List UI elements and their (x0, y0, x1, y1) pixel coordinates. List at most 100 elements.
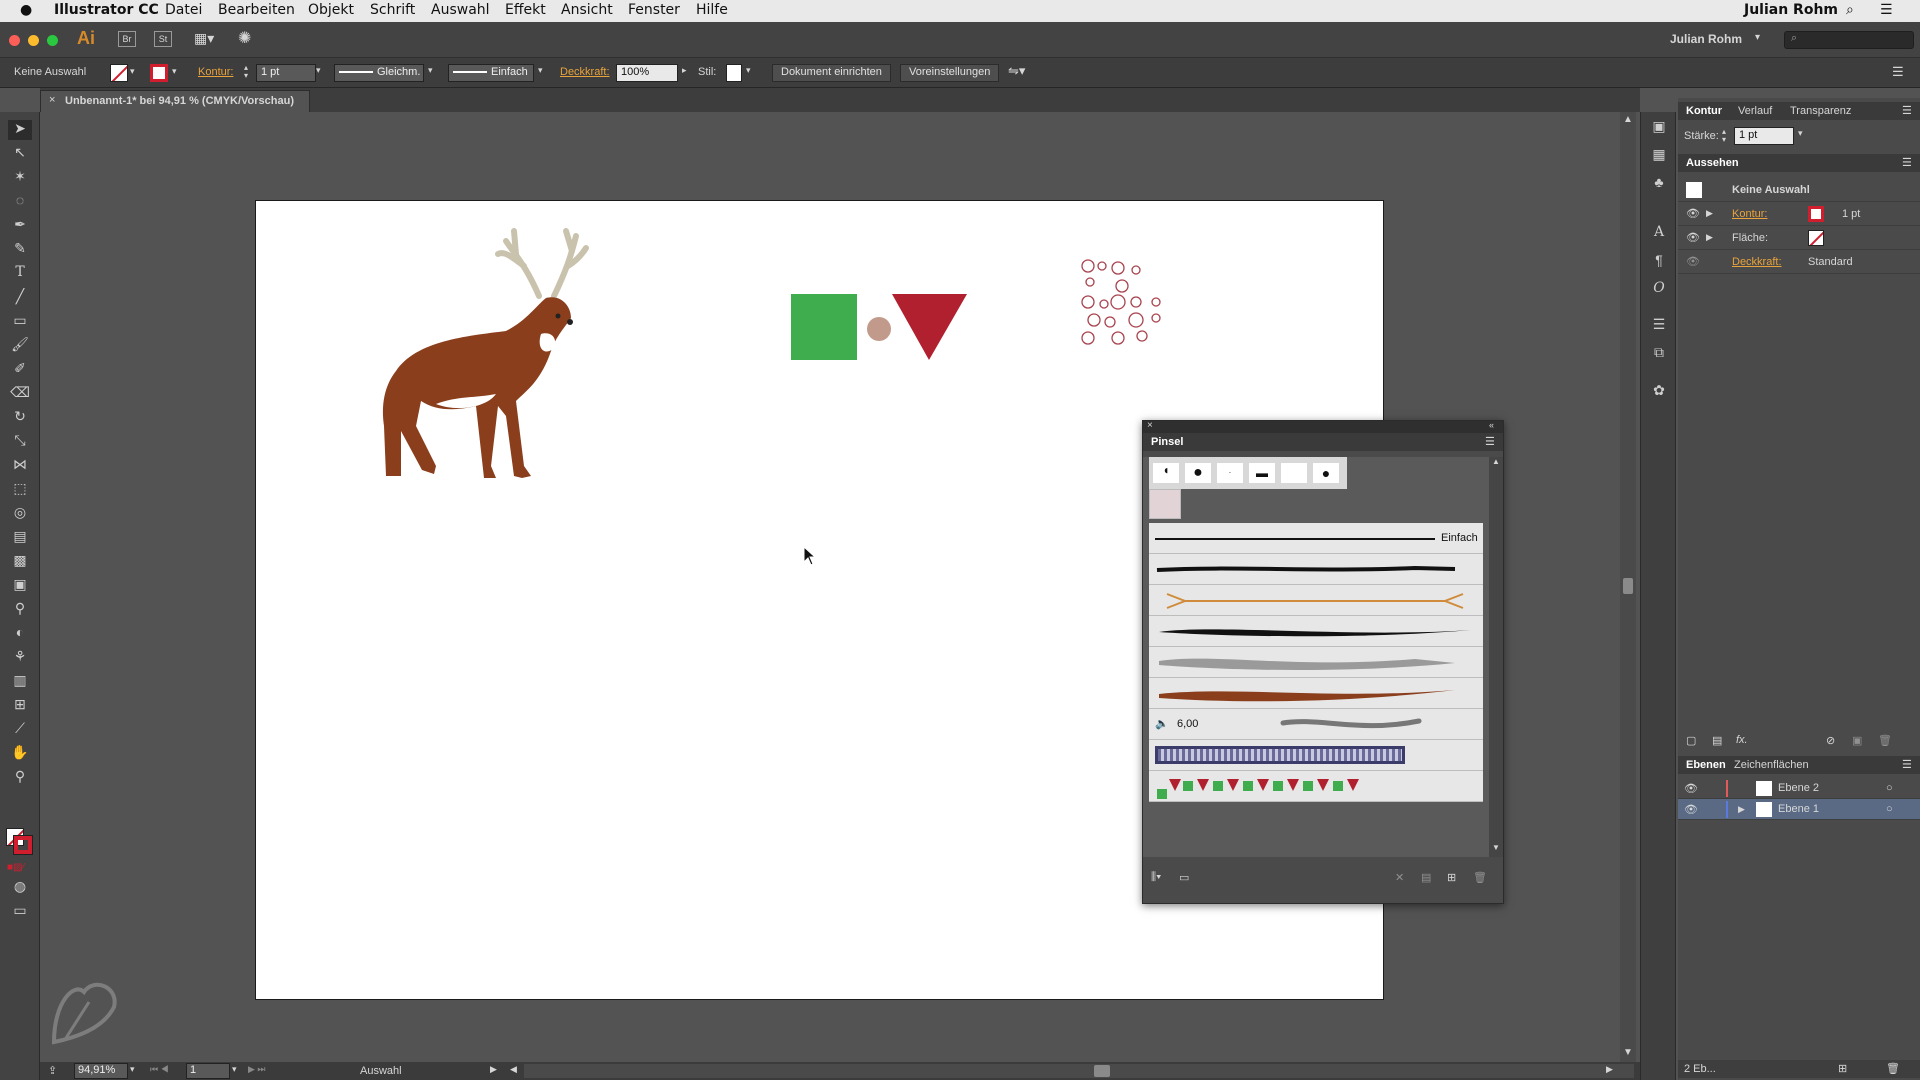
tab-ebenen[interactable]: Ebenen (1686, 759, 1726, 771)
width-tool-icon[interactable]: ⋈ (8, 456, 32, 476)
paintbrush-tool-icon[interactable]: 🖌 (8, 336, 32, 356)
opentype-icon[interactable]: O (1649, 280, 1669, 300)
library-panel-icon[interactable]: ▭ (1179, 871, 1189, 884)
menu-schrift[interactable]: Schrift (370, 2, 415, 18)
fill-dropdown-icon[interactable]: ▾ (130, 66, 135, 77)
drawing-mode-icon[interactable]: ◍ (8, 878, 32, 898)
zoom-field[interactable]: 94,91% (74, 1063, 128, 1079)
first-artboard-icon[interactable]: ⏮ ◀ (150, 1064, 169, 1075)
eyedropper-tool-icon[interactable]: ⚲ (8, 600, 32, 620)
aussehen-flaeche-label[interactable]: Fläche: (1732, 232, 1768, 244)
brush-swatch-5[interactable] (1281, 463, 1307, 483)
menu-datei[interactable]: Datei (165, 2, 202, 18)
menu-auswahl[interactable]: Auswahl (431, 2, 490, 18)
hand-tool-icon[interactable]: ✋ (8, 744, 32, 764)
aussehen-title[interactable]: Aussehen (1686, 157, 1739, 169)
blend-tool-icon[interactable]: ◐ (8, 624, 32, 644)
aussehen-flaeche-swatch[interactable] (1808, 230, 1824, 246)
brush-definition[interactable]: Einfach (448, 64, 534, 82)
bridge-button[interactable]: Br (118, 31, 136, 47)
layer2-visibility-icon[interactable]: 👁 (1684, 782, 1698, 795)
scroll-up-icon[interactable]: ▲ (1623, 114, 1633, 125)
layer2-target-icon[interactable]: ○ (1886, 782, 1893, 794)
stock-button[interactable]: St (154, 31, 172, 47)
clear-appearance-icon[interactable]: ⊘ (1826, 734, 1835, 747)
menu-effekt[interactable]: Effekt (505, 2, 546, 18)
profile-dropdown-icon[interactable]: ▾ (428, 65, 433, 76)
pinsel-menu-icon[interactable]: ☰ (1485, 435, 1495, 448)
remove-brush-stroke-icon[interactable]: ✕ (1395, 871, 1404, 884)
symbols-icon[interactable]: ♣ (1649, 174, 1669, 194)
vertical-scrollbar[interactable]: ▲ ▼ (1620, 112, 1636, 1065)
eraser-tool-icon[interactable]: ⌫ (8, 384, 32, 404)
staerke-stepper[interactable]: ▴ ▾ (1722, 128, 1726, 144)
red-triangle[interactable] (892, 294, 967, 360)
close-tab-icon[interactable]: × (49, 94, 55, 106)
staerke-dropdown-icon[interactable]: ▾ (1798, 128, 1803, 139)
layer-row-ebene-2[interactable]: 👁 Ebene 2 ○ (1678, 778, 1920, 799)
character-icon[interactable]: A (1649, 224, 1669, 244)
deer-illustration[interactable] (376, 226, 636, 506)
kontur-label[interactable]: Kontur: (198, 66, 233, 78)
direct-selection-tool-icon[interactable]: ↖ (8, 144, 32, 164)
align-icon[interactable]: ☰ (1649, 316, 1669, 336)
hscroll-thumb[interactable] (1094, 1065, 1110, 1077)
tab-transparenz[interactable]: Transparenz (1790, 105, 1851, 117)
pinsel-close-icon[interactable]: × (1147, 420, 1153, 431)
menu-ansicht[interactable]: Ansicht (561, 2, 613, 18)
brush-libraries-icon[interactable]: ⫼▾ (1151, 871, 1161, 884)
delete-item-icon[interactable]: 🗑 (1878, 734, 1892, 747)
color-mode-icons[interactable]: ■▨⁄ (7, 862, 24, 873)
free-transform-tool-icon[interactable]: ⬚ (8, 480, 32, 500)
perspective-grid-tool-icon[interactable]: ▤ (8, 528, 32, 548)
brush-row-arrow[interactable] (1149, 585, 1483, 616)
kontur-expand-icon[interactable]: ▶ (1706, 208, 1713, 219)
pinsel-scroll-down-icon[interactable]: ▼ (1492, 843, 1500, 852)
share-icon[interactable]: ⇪ (48, 1064, 57, 1077)
brush-swatch-6[interactable]: ● (1313, 463, 1339, 483)
brush-swatch-2[interactable]: ● (1185, 463, 1211, 483)
minimize-window-button[interactable] (28, 35, 39, 46)
aussehen-kontur-row[interactable]: 👁 ▶ Kontur: 1 pt (1678, 202, 1920, 226)
deckkraft-label[interactable]: Deckkraft: (560, 66, 610, 78)
pinsel-titlebar[interactable]: × « (1143, 420, 1503, 433)
pinsel-title[interactable]: Pinsel (1151, 436, 1183, 448)
aussehen-deckkraft-label[interactable]: Deckkraft: (1732, 256, 1782, 268)
rectangle-tool-icon[interactable]: ▭ (8, 312, 32, 332)
scroll-thumb[interactable] (1623, 578, 1633, 594)
pinsel-collapse-icon[interactable]: « (1489, 420, 1494, 430)
swatches-icon[interactable]: ▦ (1649, 146, 1669, 166)
tab-zeichenflaechen[interactable]: Zeichenflächen (1734, 759, 1809, 771)
zoom-dropdown-icon[interactable]: ▾ (130, 1064, 135, 1075)
pinsel-scrollbar[interactable]: ▲ ▼ (1489, 457, 1503, 857)
menu-bearbeiten[interactable]: Bearbeiten (218, 2, 295, 18)
document-setup-button[interactable]: Dokument einrichten (772, 64, 891, 82)
flaeche-visibility-icon[interactable]: 👁 (1686, 231, 1700, 244)
status-arrow-icon[interactable]: ▶ (490, 1064, 497, 1075)
zoom-tool-icon[interactable]: ⚲ (8, 768, 32, 788)
search-stock-input[interactable]: ⌕ (1784, 31, 1914, 49)
stroke-weight-dropdown-icon[interactable]: ▾ (316, 65, 321, 76)
delete-layer-icon[interactable]: 🗑 (1886, 1062, 1900, 1075)
brush-options-icon[interactable]: ▤ (1421, 871, 1431, 884)
menu-hilfe[interactable]: Hilfe (696, 2, 728, 18)
symbol-sprayer-tool-icon[interactable]: ⚘ (8, 648, 32, 668)
arrange-icon[interactable]: ⇋▾ (1008, 63, 1025, 79)
brush-row-ink[interactable] (1149, 616, 1483, 647)
pathfinder-icon[interactable]: ⧉ (1649, 344, 1669, 364)
artboard-tool-icon[interactable]: ⊞ (8, 696, 32, 716)
brush-row-pattern-triangles[interactable] (1149, 771, 1483, 802)
graphic-styles-icon[interactable]: ✿ (1649, 382, 1669, 402)
duplicate-item-icon[interactable]: ▣ (1852, 734, 1862, 747)
kontur-visibility-icon[interactable]: 👁 (1686, 207, 1700, 220)
layer1-visibility-icon[interactable]: 👁 (1684, 803, 1698, 816)
delete-brush-icon[interactable]: 🗑 (1473, 871, 1487, 884)
opacity-arrow-icon[interactable]: ▸ (682, 65, 687, 76)
horizontal-scrollbar[interactable] (524, 1064, 1634, 1078)
style-dropdown-icon[interactable]: ▾ (746, 65, 751, 76)
gradient-tool-icon[interactable]: ▣ (8, 576, 32, 596)
pen-tool-icon[interactable]: ✒ (8, 216, 32, 236)
artboard-dropdown-icon[interactable]: ▾ (232, 1064, 237, 1075)
selection-tool-icon[interactable]: ➤ (8, 120, 32, 140)
layer1-expand-icon[interactable]: ▶ (1738, 804, 1745, 815)
